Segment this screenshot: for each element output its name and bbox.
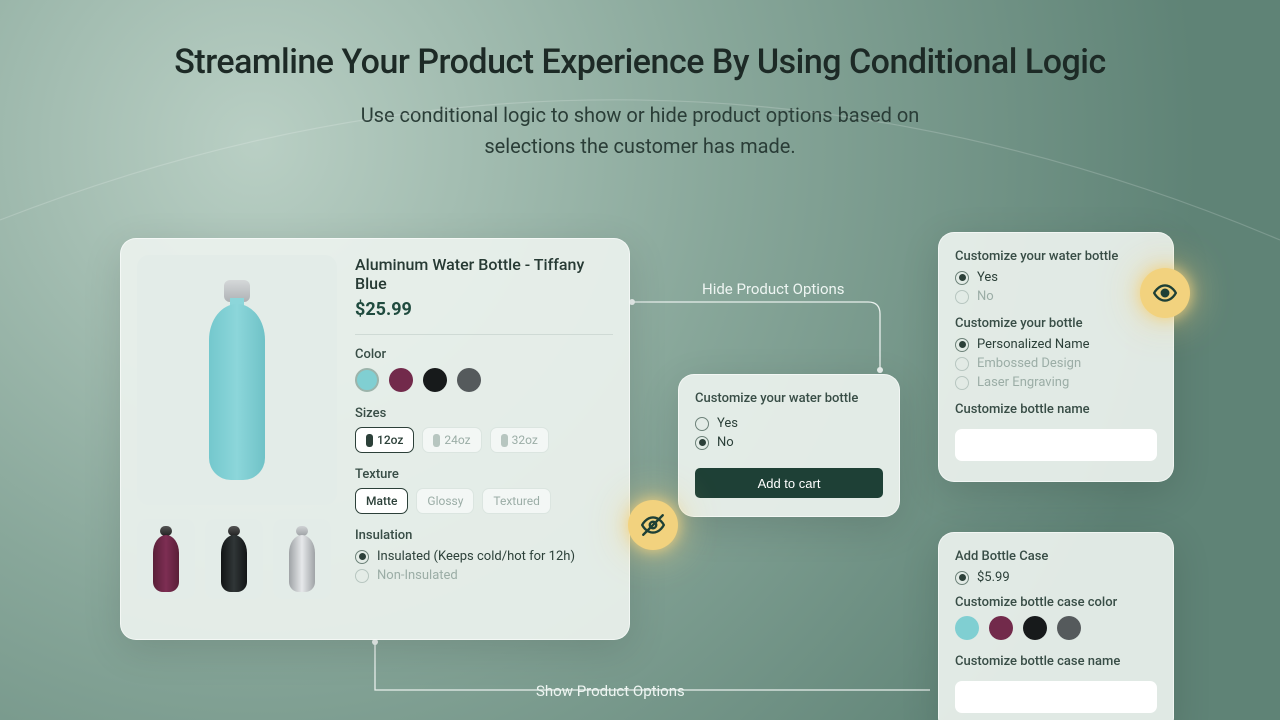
radio-option: Embossed Design <box>955 356 1157 371</box>
pill-label: Glossy <box>427 494 463 508</box>
radio-label: Insulated (Keeps cold/hot for 12h) <box>377 549 575 564</box>
product-hero-image <box>137 255 337 505</box>
customize-q2-title: Customize your bottle <box>955 316 1157 331</box>
eye-icon <box>1140 268 1190 318</box>
radio-label: Embossed Design <box>977 356 1081 371</box>
radio-label: Non-Insulated <box>377 568 458 583</box>
radio-icon <box>955 376 969 390</box>
hide-panel-title: Customize your water bottle <box>695 391 883 406</box>
radio-label: Personalized Name <box>977 337 1090 352</box>
radio-label: Laser Engraving <box>977 375 1069 390</box>
texture-option[interactable]: Glossy <box>416 488 474 514</box>
texture-option[interactable]: Matte <box>355 488 408 514</box>
insulation-options: Insulated (Keeps cold/hot for 12h) Non-In… <box>355 549 613 583</box>
thumbnail-maroon[interactable] <box>137 519 195 599</box>
page-subtitle: Use conditional logic to show or hide pr… <box>0 100 1280 162</box>
radio-icon <box>695 417 709 431</box>
sizes-label: Sizes <box>355 406 613 421</box>
texture-pills: Matte Glossy Textured <box>355 488 613 514</box>
radio-label: No <box>977 289 994 304</box>
insulation-label: Insulation <box>355 528 613 543</box>
pill-label: 12oz <box>377 433 403 447</box>
page-title: Streamline Your Product Experience By Us… <box>0 42 1280 82</box>
color-swatch-maroon[interactable] <box>989 616 1013 640</box>
size-pills: 12oz 24oz 32oz <box>355 427 613 453</box>
case-price-option: $5.99 <box>955 570 1157 585</box>
radio-icon <box>955 357 969 371</box>
bottle-name-label: Customize bottle name <box>955 402 1157 417</box>
bottle-case-panel: Add Bottle Case $5.99 Customize bottle c… <box>938 532 1174 720</box>
color-swatch-maroon[interactable] <box>389 368 413 392</box>
pill-label: 32oz <box>512 433 538 447</box>
bottle-size-icon <box>433 434 440 447</box>
thumbnail-steel[interactable] <box>273 519 331 599</box>
customize-q1-title: Customize your water bottle <box>955 249 1157 264</box>
hide-panel-options: Yes No <box>695 416 883 450</box>
eye-off-icon <box>628 500 678 550</box>
size-option[interactable]: 32oz <box>490 427 549 453</box>
color-swatches <box>355 368 613 392</box>
color-swatch-grey[interactable] <box>457 368 481 392</box>
bottle-name-input[interactable] <box>955 429 1157 461</box>
radio-icon <box>695 436 709 450</box>
size-option[interactable]: 24oz <box>422 427 481 453</box>
radio-option: Non-Insulated <box>355 568 613 583</box>
texture-label: Texture <box>355 467 613 482</box>
product-title: Aluminum Water Bottle - Tiffany Blue <box>355 255 613 293</box>
pill-label: 24oz <box>444 433 470 447</box>
radio-icon <box>955 290 969 304</box>
customize-q2-options: Personalized Name Embossed Design Laser En… <box>955 337 1157 390</box>
thumbnail-black[interactable] <box>205 519 263 599</box>
hide-options-label: Hide Product Options <box>702 280 845 298</box>
color-swatch-grey[interactable] <box>1057 616 1081 640</box>
case-name-input[interactable] <box>955 681 1157 713</box>
case-name-label: Customize bottle case name <box>955 654 1157 669</box>
customize-panel: Customize your water bottle Yes No Custom… <box>938 232 1174 482</box>
case-color-swatches <box>955 616 1157 640</box>
size-option[interactable]: 12oz <box>355 427 414 453</box>
radio-option[interactable]: No <box>695 435 883 450</box>
color-swatch-tiffany[interactable] <box>955 616 979 640</box>
show-options-label: Show Product Options <box>536 682 685 700</box>
case-color-label: Customize bottle case color <box>955 595 1157 610</box>
product-card: Aluminum Water Bottle - Tiffany Blue $25… <box>120 238 630 640</box>
radio-icon <box>355 550 369 564</box>
radio-label: No <box>717 435 734 450</box>
case-title: Add Bottle Case <box>955 549 1157 564</box>
radio-icon <box>955 571 969 585</box>
radio-option: Laser Engraving <box>955 375 1157 390</box>
radio-label: Yes <box>717 416 738 431</box>
pill-label: Textured <box>493 494 540 508</box>
radio-option[interactable]: $5.99 <box>955 570 1157 585</box>
radio-option[interactable]: Yes <box>955 270 1157 285</box>
radio-option: No <box>955 289 1157 304</box>
bottle-icon <box>209 280 265 480</box>
radio-option[interactable]: Yes <box>695 416 883 431</box>
radio-label: $5.99 <box>977 570 1010 585</box>
radio-label: Yes <box>977 270 998 285</box>
pill-label: Matte <box>366 494 397 508</box>
add-to-cart-button[interactable]: Add to cart <box>695 468 883 498</box>
product-price: $25.99 <box>355 299 613 320</box>
customize-q1-options: Yes No <box>955 270 1157 304</box>
bottle-size-icon <box>366 434 373 447</box>
color-swatch-black[interactable] <box>1023 616 1047 640</box>
divider <box>355 334 613 335</box>
color-swatch-tiffany[interactable] <box>355 368 379 392</box>
texture-option[interactable]: Textured <box>482 488 551 514</box>
color-label: Color <box>355 347 613 362</box>
radio-option[interactable]: Personalized Name <box>955 337 1157 352</box>
radio-icon <box>955 338 969 352</box>
bottle-size-icon <box>501 434 508 447</box>
radio-icon <box>355 569 369 583</box>
color-swatch-black[interactable] <box>423 368 447 392</box>
hide-options-panel: Customize your water bottle Yes No Add to… <box>678 374 900 517</box>
radio-icon <box>955 271 969 285</box>
radio-option[interactable]: Insulated (Keeps cold/hot for 12h) <box>355 549 613 564</box>
